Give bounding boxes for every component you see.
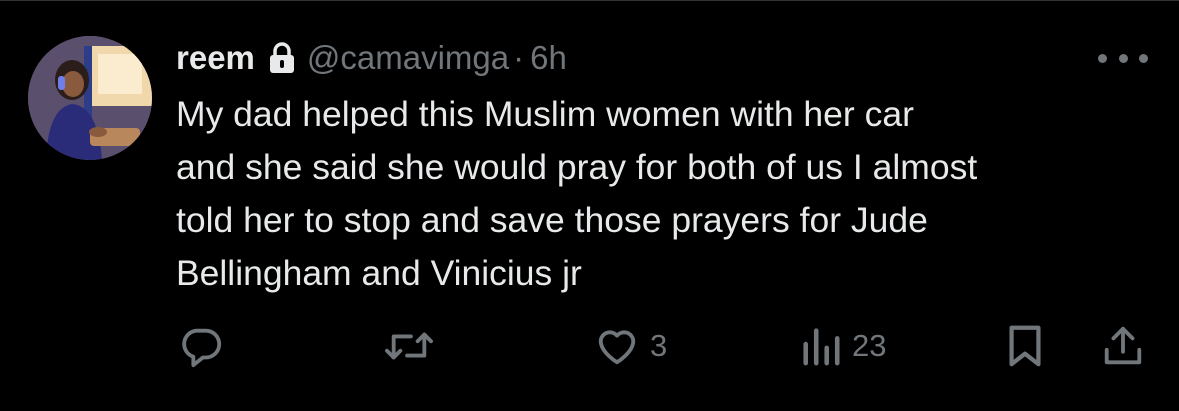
more-dot [1139, 53, 1148, 63]
top-divider [0, 0, 1179, 1]
views-icon [803, 328, 840, 366]
heart-icon [598, 330, 636, 365]
user-handle[interactable]: @camavimga [307, 39, 509, 77]
more-dot [1098, 53, 1107, 63]
retweet-icon [385, 332, 433, 360]
avatar[interactable] [28, 36, 152, 160]
bookmark-icon [1009, 325, 1041, 367]
like-button[interactable]: 3 [594, 318, 667, 374]
views-button[interactable]: 23 [800, 318, 886, 374]
action-bar: 3 23 [0, 318, 1179, 374]
reply-icon [182, 328, 222, 368]
reply-button[interactable] [178, 318, 224, 374]
view-count: 23 [852, 328, 887, 363]
share-icon [1104, 326, 1142, 365]
more-dot [1118, 53, 1128, 63]
more-icon[interactable] [1098, 46, 1148, 70]
share-button[interactable] [1100, 318, 1146, 374]
timestamp[interactable]: 6h [530, 39, 567, 77]
tweet-header: reem @camavimga · 6h [176, 38, 567, 78]
bookmark-button[interactable] [1004, 318, 1046, 374]
lock-icon [269, 42, 295, 74]
tweet-text: My dad helped this Muslim women with her… [176, 94, 978, 293]
avatar-image [28, 36, 152, 160]
retweet-button[interactable] [383, 318, 435, 374]
like-count: 3 [650, 328, 668, 363]
separator-dot: · [513, 39, 525, 76]
display-name[interactable]: reem [176, 39, 255, 77]
